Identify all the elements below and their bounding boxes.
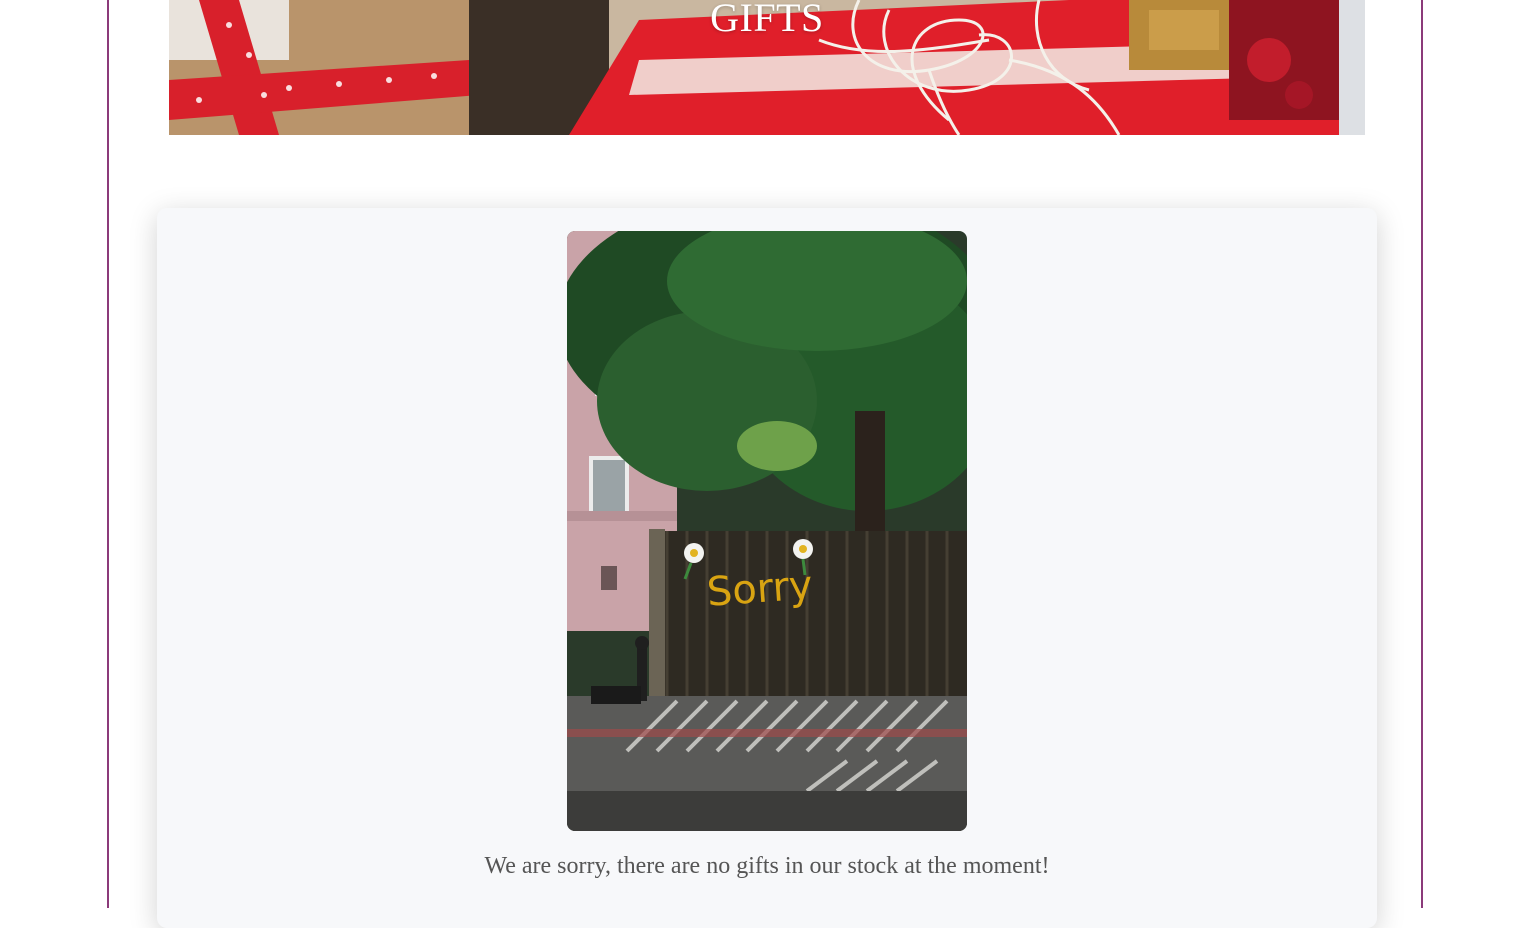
hero-title: GIFTS	[710, 0, 824, 40]
sorry-fence-photo-icon: Sorry	[567, 231, 967, 831]
sorry-photo: Sorry	[567, 231, 967, 831]
hero-banner: GIFTS	[169, 0, 1365, 135]
graffiti-text: Sorry	[705, 562, 814, 615]
empty-stock-message: We are sorry, there are no gifts in our …	[484, 853, 1050, 879]
empty-stock-card: Sorry We are sorry, there are no gifts i…	[157, 208, 1377, 928]
